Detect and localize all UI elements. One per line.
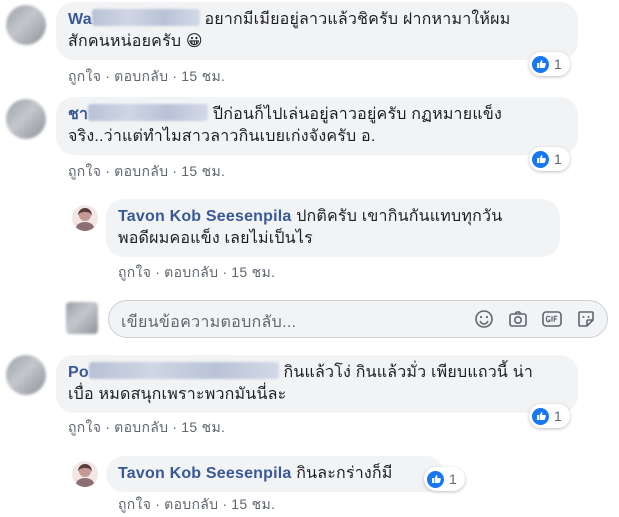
comment-text: จริง..ว่าแต่ทำไมสาวลาวกินเบยเก่งจังครับ … — [68, 128, 376, 145]
reply-input-placeholder: เขียนข้อความตอบกลับ... — [121, 314, 297, 331]
commenter-avatar[interactable] — [6, 99, 46, 139]
redacted-name — [88, 362, 279, 379]
like-link[interactable]: ถูกใจ — [118, 264, 151, 280]
comment-text: อยากมีเมียอยู่ลาวแล้วชิครับ ฝากหามาให้ผม — [204, 11, 511, 28]
comment-author[interactable]: Wa — [68, 9, 200, 28]
redacted-name — [91, 9, 200, 26]
like-link[interactable]: ถูกใจ — [68, 163, 101, 179]
reply-link[interactable]: ตอบกลับ — [164, 496, 218, 512]
like-link[interactable]: ถูกใจ — [68, 419, 101, 435]
reply-input[interactable]: เขียนข้อความตอบกลับ... — [108, 300, 608, 338]
comment-actions: ถูกใจ · ตอบกลับ · 15 ชม. — [68, 163, 226, 179]
camera-icon[interactable] — [507, 308, 529, 330]
comment-bubble: Po กินแล้วโง่ กินแล้วมั่ว เพียบแถวนี้ น่… — [56, 355, 578, 413]
reply-avatar[interactable] — [72, 205, 98, 231]
timestamp[interactable]: 15 ชม. — [181, 419, 225, 435]
gif-icon[interactable] — [541, 308, 563, 330]
reply-bubble: Tavon Kob Seesenpila กินละกร่างก็มี — [106, 456, 444, 492]
reply-avatar[interactable] — [72, 461, 98, 487]
comment-text: สักคนหน่อยครับ — [68, 33, 182, 50]
timestamp[interactable]: 15 ชม. — [231, 264, 275, 280]
person-photo-icon — [76, 208, 94, 231]
reaction-count[interactable]: 1 — [529, 147, 570, 171]
like-icon — [427, 470, 444, 488]
like-link[interactable]: ถูกใจ — [68, 68, 101, 84]
reply-author[interactable]: Tavon Kob Seesenpila — [118, 208, 292, 225]
sticker-icon[interactable] — [575, 308, 597, 330]
timestamp[interactable]: 15 ชม. — [231, 496, 275, 512]
timestamp[interactable]: 15 ชม. — [181, 68, 225, 84]
redacted-name — [88, 104, 209, 121]
like-icon — [532, 150, 549, 168]
reply-text: ปกติครับ เขากินกันแทบทุกวัน — [296, 208, 503, 225]
like-icon — [532, 407, 549, 425]
reply-text: กินละกร่างก็มี — [296, 465, 393, 482]
reaction-count[interactable]: 1 — [529, 52, 570, 76]
reply-actions: ถูกใจ · ตอบกลับ · 15 ชม. — [118, 496, 276, 512]
commenter-avatar[interactable] — [6, 5, 46, 45]
reply-link[interactable]: ตอบกลับ — [114, 163, 168, 179]
reply-link[interactable]: ตอบกลับ — [114, 68, 168, 84]
comment-text: กินแล้วโง่ กินแล้วมั่ว เพียบแถวนี้ น่า — [283, 364, 534, 381]
smiley-emoji: 😀 — [185, 33, 203, 50]
reply-link[interactable]: ตอบกลับ — [114, 419, 168, 435]
reply-bubble: Tavon Kob Seesenpila ปกติครับ เขากินกันแ… — [106, 199, 560, 257]
smiley-icon[interactable] — [473, 308, 495, 330]
comment-author[interactable]: Po — [68, 362, 279, 381]
reaction-count[interactable]: 1 — [424, 467, 465, 491]
comment-text: เบื่อ หมดสนุกเพราะพวกมันนี่ละ — [68, 386, 287, 403]
reply-author[interactable]: Tavon Kob Seesenpila — [118, 465, 292, 482]
reply-input-tools — [473, 308, 597, 330]
comment-bubble: Wa อยากมีเมียอยู่ลาวแล้วชิครับ ฝากหามาให… — [56, 2, 578, 60]
comment-bubble: ชา ปีก่อนก็ไปเล่นอยู่ลาวอยู่ครับ กฏหมายแ… — [56, 97, 578, 155]
reply-link[interactable]: ตอบกลับ — [164, 264, 218, 280]
comment-actions: ถูกใจ · ตอบกลับ · 15 ชม. — [68, 68, 226, 84]
comment-author[interactable]: ชา — [68, 104, 209, 123]
commenter-avatar[interactable] — [6, 355, 46, 395]
reply-text: พอดีผมคอแข็ง เลยไม่เป็นไร — [118, 230, 313, 247]
comment-actions: ถูกใจ · ตอบกลับ · 15 ชม. — [68, 419, 226, 435]
current-user-avatar — [66, 302, 98, 334]
like-link[interactable]: ถูกใจ — [118, 496, 151, 512]
reply-actions: ถูกใจ · ตอบกลับ · 15 ชม. — [118, 264, 276, 280]
timestamp[interactable]: 15 ชม. — [181, 163, 225, 179]
like-icon — [532, 55, 549, 73]
person-photo-icon — [76, 464, 94, 487]
comment-text: ปีก่อนก็ไปเล่นอยู่ลาวอยู่ครับ กฏหมายแข็ง — [212, 106, 502, 123]
reaction-count[interactable]: 1 — [529, 404, 570, 428]
